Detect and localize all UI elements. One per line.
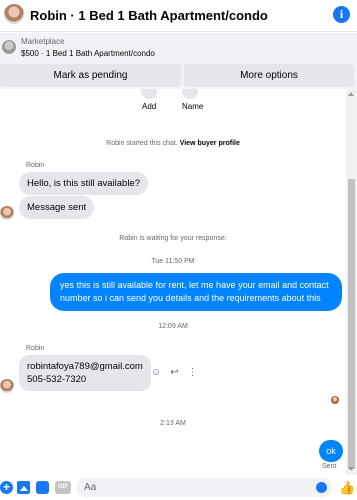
image-icon[interactable] [17, 481, 30, 494]
message-actions: ☺ ↩ ⋮ [151, 367, 207, 378]
add-icon [141, 89, 157, 99]
timestamp: Tue 11:50 PM [151, 258, 195, 265]
timestamp: 2:13 AM [160, 420, 186, 427]
message-bubble-incoming[interactable]: Message sent [19, 196, 95, 219]
contact-avatar[interactable] [4, 4, 24, 24]
react-emoji-icon[interactable]: ☺ [151, 367, 161, 378]
sent-status: Sent [322, 463, 337, 470]
waiting-notice: Robin is waiting for your response. [119, 235, 227, 242]
scroll-up-icon[interactable] [348, 92, 354, 96]
sticker-icon[interactable] [36, 481, 49, 494]
view-buyer-profile-link[interactable]: View buyer profile [180, 140, 240, 147]
chat-started-notice: Robin started this chat. View buyer prof… [0, 140, 346, 147]
seen-receipt-avatar [331, 396, 339, 404]
message-composer: + GIF 👍 [0, 475, 357, 500]
listing-summary: $500 · 1 Bed 1 Bath Apartment/condo [21, 49, 155, 58]
more-options-button[interactable]: More options [184, 64, 354, 87]
more-vertical-icon[interactable]: ⋮ [188, 367, 198, 378]
message-thread: Add Name Robin started this chat. View b… [0, 89, 346, 475]
message-bubble-outgoing[interactable]: yes this is still available for rent, le… [50, 273, 342, 311]
sender-name: Robin [26, 162, 45, 169]
marketplace-listing-bar[interactable]: Marketplace $500 · 1 Bed 1 Bath Apartmen… [0, 33, 357, 63]
name-icon [182, 89, 198, 99]
profile-option-label: Name [182, 102, 204, 111]
chat-title[interactable]: Robin · 1 Bed 1 Bath Apartment/condo [30, 8, 268, 23]
plus-icon[interactable]: + [0, 481, 13, 494]
scrollbar-thumb[interactable] [348, 179, 355, 469]
reply-icon[interactable]: ↩ [170, 367, 178, 378]
thumbs-up-icon[interactable]: 👍 [339, 481, 355, 494]
listing-thumbnail [2, 40, 16, 54]
chat-scrollbar[interactable] [346, 89, 357, 475]
mark-as-pending-button[interactable]: Mark as pending [0, 64, 181, 87]
sender-avatar[interactable] [0, 206, 14, 220]
message-line-email[interactable]: robintafoya789@gmail.com [27, 360, 143, 373]
sender-name: Robin [26, 345, 45, 352]
emoji-icon[interactable] [316, 482, 327, 493]
profile-option-label: Add [142, 102, 157, 111]
listing-actions: Mark as pending More options [0, 63, 357, 89]
chat-header: Robin · 1 Bed 1 Bath Apartment/condo i [0, 0, 357, 32]
gif-icon[interactable]: GIF [55, 481, 71, 494]
message-line-phone[interactable]: 505-532-7320 [27, 373, 143, 386]
marketplace-label: Marketplace [21, 37, 65, 46]
message-bubble-incoming[interactable]: Hello, is this still available? [19, 172, 148, 195]
chat-started-text: Robin started this chat. [106, 140, 178, 147]
message-bubble-outgoing[interactable]: ok [319, 440, 343, 462]
sender-avatar[interactable] [0, 379, 14, 393]
message-input[interactable] [76, 478, 332, 497]
scroll-down-icon[interactable] [348, 467, 354, 471]
message-bubble-incoming[interactable]: robintafoya789@gmail.com 505-532-7320 [19, 355, 151, 391]
info-icon[interactable]: i [333, 6, 350, 23]
timestamp: 12:09 AM [158, 323, 188, 330]
